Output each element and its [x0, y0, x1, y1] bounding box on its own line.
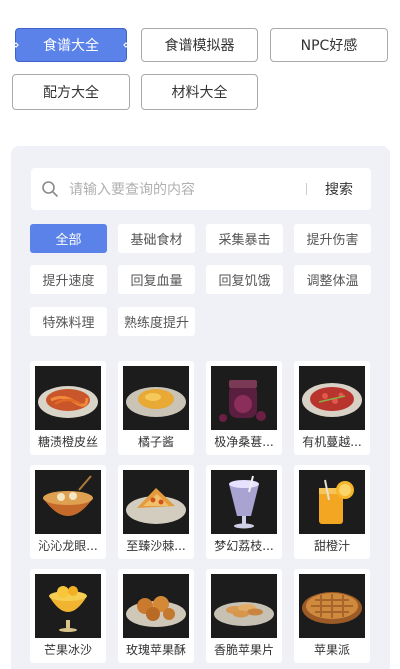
plate-orange-peel-icon [35, 366, 101, 430]
recipe-name: 玫瑰苹果酥 [125, 643, 186, 657]
tab-material-list[interactable]: 材料大全 [141, 74, 258, 110]
tab-recipe-list-label: 食谱大全 [43, 38, 99, 54]
search-input[interactable]: 请输入要查询的内容 [69, 179, 306, 199]
recipe-card[interactable]: 甜橙汁 [294, 465, 370, 559]
recipe-card[interactable]: 芒果冰沙 [30, 569, 106, 663]
mango-smoothie-icon [35, 574, 101, 638]
filter-restore-hunger[interactable]: 回复饥饿 [206, 265, 283, 294]
recipe-name: 芒果冰沙 [43, 643, 92, 657]
filter-damage-boost[interactable]: 提升伤害 [294, 224, 371, 253]
plate-seabuckthorn-icon [123, 470, 189, 534]
plate-orange-jam-icon [123, 366, 189, 430]
filter-label: 特殊料理 [42, 316, 95, 331]
filter-adjust-temperature[interactable]: 调整体温 [294, 265, 371, 294]
recipe-card[interactable]: 玫瑰苹果酥 [118, 569, 194, 663]
filter-label: 提升伤害 [306, 233, 359, 248]
recipe-name: 甜橙汁 [313, 539, 350, 553]
filter-proficiency-boost[interactable]: 熟练度提升 [118, 307, 195, 336]
filter-gather-crit[interactable]: 采集暴击 [206, 224, 283, 253]
filter-label: 熟练度提升 [123, 316, 189, 331]
search-icon [31, 168, 69, 210]
tab-formula-list-label: 配方大全 [43, 85, 99, 101]
filter-label: 调整体温 [306, 274, 359, 289]
recipe-card[interactable]: 香脆苹果片 [206, 569, 282, 663]
recipe-card[interactable]: 有机蔓越... [294, 361, 370, 455]
recipe-card[interactable]: 苹果派 [294, 569, 370, 663]
glass-orange-juice-icon [299, 470, 365, 534]
filter-label: 回复血量 [130, 274, 183, 289]
plate-apple-chips-icon [211, 574, 277, 638]
recipe-name: 梦幻荔枝... [214, 539, 274, 553]
plate-rose-apple-pastry-icon [123, 574, 189, 638]
filter-label: 基础食材 [130, 233, 183, 248]
recipe-name: 有机蔓越... [302, 435, 362, 449]
recipe-card[interactable]: 梦幻荔枝... [206, 465, 282, 559]
tab-formula-list[interactable]: 配方大全 [12, 74, 130, 110]
recipe-name: 沁沁龙眼... [38, 539, 98, 553]
recipe-name: 苹果派 [313, 643, 350, 657]
recipe-panel: 请输入要查询的内容 搜索 全部 基础食材 采集暴击 提升伤害 提升速度 回复血量… [11, 146, 390, 669]
tab-decoration-right [123, 42, 129, 48]
recipe-card[interactable]: 至臻沙棘... [118, 465, 194, 559]
recipe-name: 极净桑葚... [214, 435, 274, 449]
recipe-card[interactable]: 橘子酱 [118, 361, 194, 455]
search-divider [306, 183, 307, 195]
recipe-name: 至臻沙棘... [126, 539, 186, 553]
recipe-card[interactable]: 极净桑葚... [206, 361, 282, 455]
tab-recipe-simulator[interactable]: 食谱模拟器 [141, 28, 258, 62]
recipe-card[interactable]: 糖渍橙皮丝 [30, 361, 106, 455]
tab-npc-favor[interactable]: NPC好感 [270, 28, 388, 62]
filter-all[interactable]: 全部 [30, 224, 107, 253]
recipe-name: 糖渍橙皮丝 [37, 435, 98, 449]
berry-jam-jar-icon [211, 366, 277, 430]
bowl-longan-icon [35, 470, 101, 534]
recipe-name: 香脆苹果片 [213, 643, 274, 657]
tab-decoration-left [13, 42, 19, 48]
search-button[interactable]: 搜索 [325, 179, 353, 199]
filter-special-dish[interactable]: 特殊料理 [30, 307, 107, 336]
search-bar: 请输入要查询的内容 搜索 [31, 168, 371, 210]
recipe-name: 橘子酱 [137, 435, 174, 449]
filter-speed-boost[interactable]: 提升速度 [30, 265, 107, 294]
filter-label: 回复饥饿 [218, 274, 271, 289]
tab-recipe-list[interactable]: 食谱大全 [13, 28, 129, 62]
tab-recipe-simulator-label: 食谱模拟器 [164, 38, 235, 54]
filter-label: 采集暴击 [218, 233, 271, 248]
plate-cranberry-icon [299, 366, 365, 430]
tab-material-list-label: 材料大全 [171, 85, 228, 101]
filter-basic-ingredients[interactable]: 基础食材 [118, 224, 195, 253]
filter-label: 提升速度 [42, 274, 95, 289]
tab-npc-favor-label: NPC好感 [300, 38, 358, 54]
filter-restore-hp[interactable]: 回复血量 [118, 265, 195, 294]
recipe-card[interactable]: 沁沁龙眼... [30, 465, 106, 559]
apple-pie-icon [299, 574, 365, 638]
glass-lychee-drink-icon [211, 470, 277, 534]
filter-label: 全部 [55, 233, 82, 248]
